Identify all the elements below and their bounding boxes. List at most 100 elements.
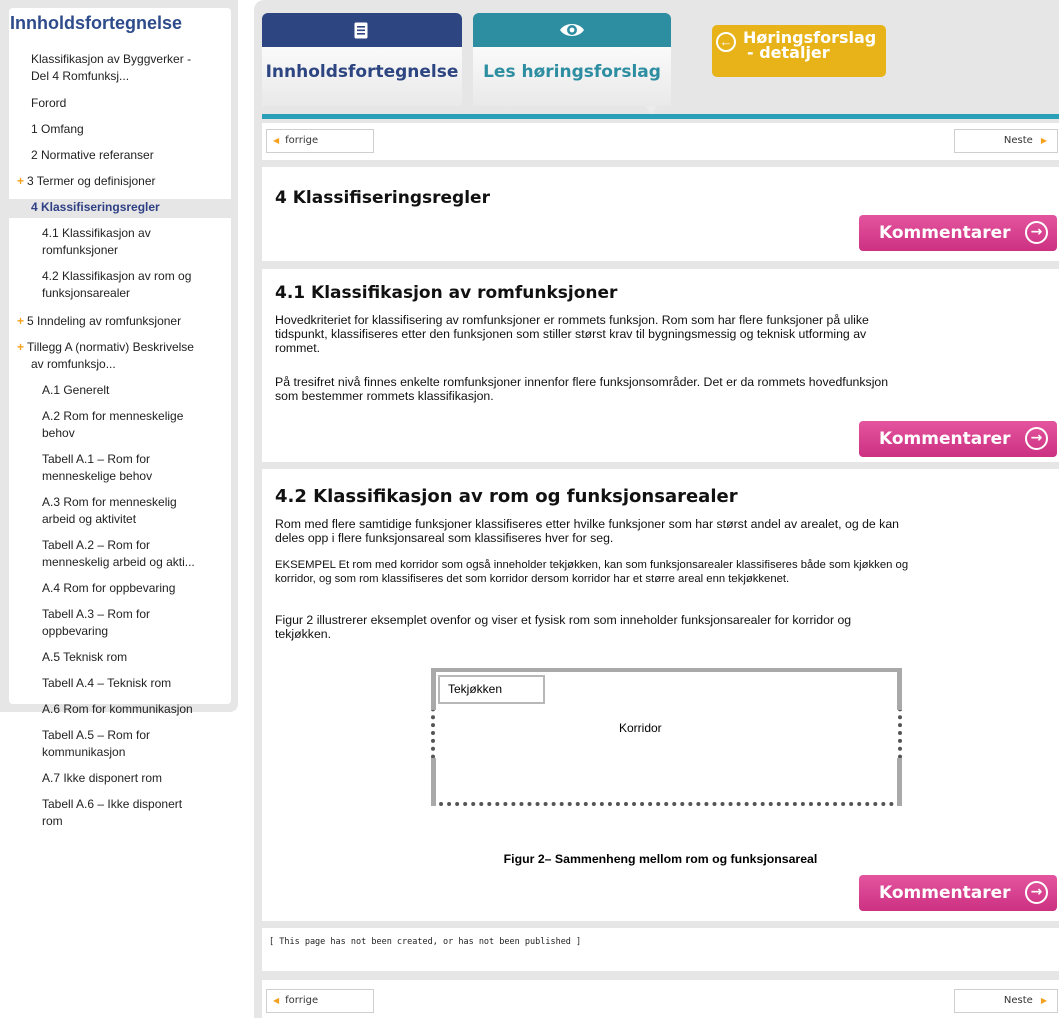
- text-line: korridor, og som rom klassifiseres det s…: [275, 573, 790, 585]
- sidebar-item-continuation[interactable]: kommunikasjon: [42, 744, 125, 761]
- sidebar-item-label: Tabell A.1 – Rom for: [42, 452, 151, 466]
- arrow-right-icon: ▶: [1040, 996, 1047, 1005]
- tab-toc-label: Innholdsfortegnelse: [265, 62, 459, 82]
- text-line: rommet.: [275, 341, 321, 355]
- figure-wall: [897, 668, 902, 710]
- sidebar-item[interactable]: Tabell A.1 – Rom for: [42, 451, 150, 468]
- sidebar-item-continuation[interactable]: Del 4 Romfunksj...: [31, 68, 129, 85]
- arrow-left-icon: ◀: [273, 996, 280, 1005]
- text-line: Figur 2 illustrerer eksemplet ovenfor og…: [275, 613, 852, 627]
- sidebar-item-label: Klassifikasjon av Byggverker -: [31, 52, 192, 66]
- circle-arrow-right-icon: →: [1025, 427, 1048, 450]
- document-icon: [354, 22, 368, 39]
- sidebar-item[interactable]: Tabell A.2 – Rom for: [42, 537, 150, 554]
- sidebar-item-label: romfunksjoner: [42, 243, 119, 257]
- sidebar-item-label: Tabell A.3 – Rom for: [42, 607, 151, 621]
- comment-label: Kommentarer: [879, 883, 1011, 903]
- text-line: tekjøkken.: [275, 627, 332, 641]
- sidebar-item-continuation[interactable]: av romfunksjo...: [31, 356, 116, 373]
- sidebar-item-label: av romfunksjo...: [31, 357, 116, 371]
- top-nav-panel: ◀ forrige Neste ▶: [262, 123, 1059, 160]
- sidebar-item-label: kommunikasjon: [42, 745, 126, 759]
- sidebar-item[interactable]: 2 Normative referanser: [31, 147, 154, 164]
- sidebar-item[interactable]: A.2 Rom for menneskelige: [42, 408, 183, 425]
- sidebar-item-label: A.3 Rom for menneskelig: [42, 495, 177, 509]
- sidebar-item[interactable]: Forord: [31, 95, 66, 112]
- sidebar-item-continuation[interactable]: funksjonsarealer: [42, 285, 130, 302]
- sidebar-item-label: Tabell A.5 – Rom for: [42, 728, 151, 742]
- sidebar-item[interactable]: + Tillegg A (normativ) Beskrivelse: [17, 339, 194, 356]
- arrow-right-icon: ▶: [1040, 136, 1047, 145]
- sidebar-item[interactable]: Tabell A.5 – Rom for: [42, 727, 150, 744]
- tab-les-horingsforslag[interactable]: Les høringsforslag: [473, 13, 671, 114]
- sidebar-item-label: A.6 Rom for kommunikasjon: [42, 702, 193, 716]
- sidebar-item[interactable]: 4.2 Klassifikasjon av rom og: [42, 268, 191, 285]
- text-line: Hovedkriteriet for klassifisering av rom…: [275, 313, 869, 327]
- comment-button-s4[interactable]: Kommentarer →: [859, 215, 1057, 251]
- sidebar-item-label: behov: [42, 426, 75, 440]
- sidebar-item[interactable]: A.1 Generelt: [42, 382, 109, 399]
- section-41-paragraph-2: På tresifret nivå finnes enkelte romfunk…: [275, 375, 1055, 403]
- sidebar-item[interactable]: Klassifikasjon av Byggverker -: [31, 51, 191, 68]
- sidebar-item[interactable]: +5 Inndeling av romfunksjoner: [17, 313, 181, 330]
- prev-button-bottom[interactable]: ◀ forrige: [266, 989, 374, 1013]
- section-42-example: EKSEMPEL Et rom med korridor som også in…: [275, 558, 1055, 586]
- arrow-left-icon: ◀: [273, 136, 280, 145]
- sidebar-item-label: A.7 Ikke disponert rom: [42, 771, 163, 785]
- next-button-bottom[interactable]: Neste ▶: [954, 989, 1058, 1013]
- figure-caption: Figur 2– Sammenheng mellom rom og funksj…: [503, 852, 818, 866]
- text-line: Rom med flere samtidige funksjoner klass…: [275, 517, 900, 531]
- sidebar-item[interactable]: Tabell A.6 – Ikke disponert: [42, 796, 182, 813]
- sidebar-item[interactable]: A.5 Teknisk rom: [42, 649, 127, 666]
- sidebar-item[interactable]: A.4 Rom for oppbevaring: [42, 580, 175, 597]
- tab-underline: [262, 114, 1059, 119]
- section-41-paragraph-1: Hovedkriteriet for klassifisering av rom…: [275, 313, 1055, 355]
- figure-wall: [431, 668, 902, 672]
- sidebar-item-label: arbeid og aktivitet: [42, 512, 137, 526]
- section-42-paragraph-3: Figur 2 illustrerer eksemplet ovenfor og…: [275, 613, 1055, 641]
- sidebar-item-continuation[interactable]: menneskelig arbeid og akti...: [42, 554, 195, 571]
- sidebar-item-continuation[interactable]: rom: [42, 813, 63, 830]
- sidebar-item[interactable]: 4.1 Klassifikasjon av: [42, 225, 151, 242]
- sidebar-item-label: Tabell A.6 – Ikke disponert: [42, 797, 183, 811]
- circle-arrow-right-icon: →: [1025, 881, 1048, 904]
- sidebar-item-continuation[interactable]: menneskelige behov: [42, 468, 152, 485]
- expand-plus-icon[interactable]: +: [17, 340, 24, 354]
- sidebar-item[interactable]: 4 Klassifiseringsregler: [31, 199, 160, 216]
- sidebar-item-continuation[interactable]: behov: [42, 425, 75, 442]
- sidebar-item-label: rom: [42, 814, 63, 828]
- sidebar-item[interactable]: A.7 Ikke disponert rom: [42, 770, 162, 787]
- tab-innholdsfortegnelse[interactable]: Innholdsfortegnelse: [262, 13, 462, 106]
- section-4-title: 4 Klassifiseringsregler: [275, 188, 490, 208]
- figure-kitchen-label: Tekjøkken: [438, 675, 545, 704]
- sidebar-item[interactable]: Tabell A.4 – Teknisk rom: [42, 675, 171, 692]
- expand-plus-icon[interactable]: +: [17, 174, 24, 188]
- sidebar-item-continuation[interactable]: arbeid og aktivitet: [42, 511, 136, 528]
- sidebar-item[interactable]: A.6 Rom for kommunikasjon: [42, 701, 193, 718]
- next-button[interactable]: Neste ▶: [954, 129, 1058, 153]
- sidebar-item-continuation[interactable]: oppbevaring: [42, 623, 108, 640]
- sidebar-item-label: Forord: [31, 96, 67, 110]
- sidebar-item-label: 4.2 Klassifikasjon av rom og: [42, 269, 192, 283]
- tab-read-header: [473, 13, 671, 47]
- section-42-panel: 4.2 Klassifikasjon av rom og funksjonsar…: [262, 469, 1059, 921]
- expand-plus-icon[interactable]: +: [17, 314, 24, 328]
- figure-corridor-label: Korridor: [619, 721, 662, 735]
- text-line: som bestemmer rommets klassifikasjon.: [275, 389, 494, 403]
- tab-horingsforslag-detaljer[interactable]: ← Høringsforslag - detaljer: [712, 25, 886, 77]
- sidebar-item-label: Tillegg A (normativ) Beskrivelse: [27, 340, 194, 354]
- sidebar-item-continuation[interactable]: romfunksjoner: [42, 242, 118, 259]
- comment-button-s42[interactable]: Kommentarer →: [859, 875, 1057, 911]
- comment-label: Kommentarer: [879, 429, 1011, 449]
- eye-icon: [560, 24, 584, 36]
- sidebar-item[interactable]: 1 Omfang: [31, 121, 84, 138]
- sidebar-item-label: A.5 Teknisk rom: [42, 650, 128, 664]
- not-created-notice: [ This page has not been created, or has…: [269, 937, 582, 947]
- section-42-paragraph-1: Rom med flere samtidige funksjoner klass…: [275, 517, 1055, 545]
- comment-button-s41[interactable]: Kommentarer →: [859, 421, 1057, 457]
- sidebar-item[interactable]: +3 Termer og definisjoner: [17, 173, 156, 190]
- sidebar-item[interactable]: Tabell A.3 – Rom for: [42, 606, 150, 623]
- prev-button[interactable]: ◀ forrige: [266, 129, 374, 153]
- sidebar-item-label: 4.1 Klassifikasjon av: [42, 226, 151, 240]
- sidebar-item[interactable]: A.3 Rom for menneskelig: [42, 494, 177, 511]
